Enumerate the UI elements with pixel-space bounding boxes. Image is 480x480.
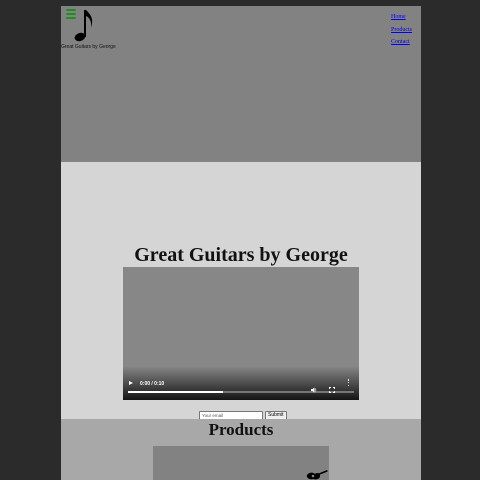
- video-player[interactable]: 0:00 / 0:10: [123, 267, 359, 400]
- volume-icon[interactable]: [311, 380, 317, 393]
- nav-link-contact[interactable]: Contact: [391, 39, 412, 47]
- main-nav: Home Products Contact: [391, 14, 412, 47]
- page: Great Guitars by George Home Products Co…: [61, 6, 421, 480]
- products-title: Products: [208, 420, 274, 439]
- hero-title: Great Guitars by George: [134, 244, 348, 266]
- video-progress-fill: [128, 391, 223, 393]
- play-icon[interactable]: [129, 381, 133, 385]
- products-section: Products: [61, 419, 421, 480]
- video-time: 0:00 / 0:10: [140, 381, 165, 387]
- video-progress-bar[interactable]: [128, 391, 354, 393]
- nav-link-home[interactable]: Home: [391, 14, 412, 22]
- guitar-icon: [306, 469, 328, 480]
- hamburger-menu-icon[interactable]: [66, 9, 76, 19]
- more-options-icon[interactable]: [347, 379, 350, 386]
- brand-name: Great Guitars by George: [61, 44, 116, 50]
- fullscreen-icon[interactable]: [329, 380, 335, 393]
- product-image: [153, 446, 329, 480]
- hero-section: Great Guitars by George 0:00 / 0:10 Your…: [61, 162, 421, 425]
- site-header: Great Guitars by George Home Products Co…: [61, 6, 421, 162]
- nav-link-products[interactable]: Products: [391, 27, 412, 35]
